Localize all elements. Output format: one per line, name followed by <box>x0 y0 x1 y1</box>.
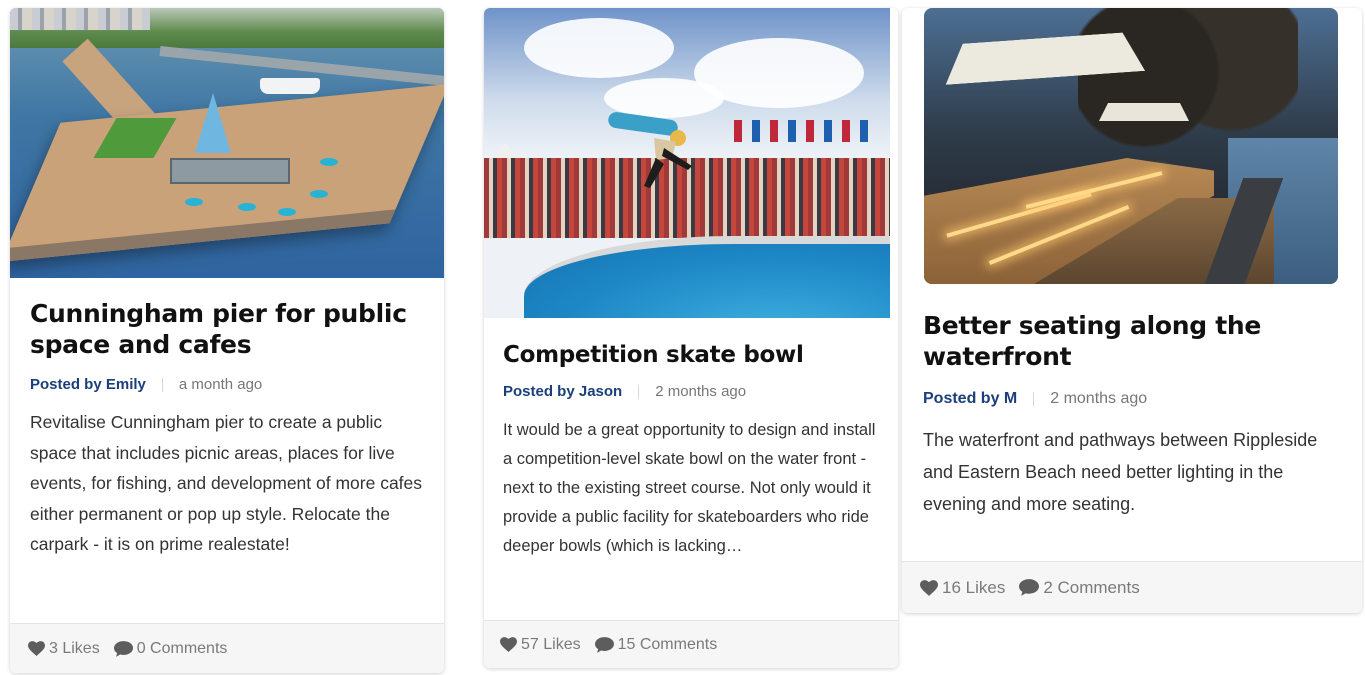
card-title[interactable]: Competition skate bowl <box>503 340 878 370</box>
post-author[interactable]: Posted by Jason <box>503 383 622 400</box>
post-time: 2 months ago <box>1050 390 1148 407</box>
speech-bubble-icon <box>1019 579 1040 596</box>
card-footer: 57 Likes 15 Comments <box>484 620 898 668</box>
speech-bubble-icon <box>594 636 614 653</box>
card-title[interactable]: Cunningham pier for public space and caf… <box>30 298 424 360</box>
comment-button[interactable]: 15 Comments <box>594 635 718 654</box>
post-time: 2 months ago <box>655 383 747 400</box>
comment-count: 2 Comments <box>1043 577 1140 597</box>
comment-button[interactable]: 2 Comments <box>1019 577 1140 598</box>
card-image-skate[interactable] <box>484 8 890 318</box>
post-excerpt: The waterfront and pathways between Ripp… <box>923 430 1318 514</box>
like-count: 3 Likes <box>49 639 100 657</box>
card-footer: 3 Likes 0 Comments <box>10 623 444 673</box>
idea-card-pier[interactable]: Cunningham pier for public space and caf… <box>10 8 444 673</box>
idea-card-skate-bowl[interactable]: Competition skate bowl Posted by Jason 2… <box>484 8 898 668</box>
like-button[interactable]: 57 Likes <box>500 636 581 654</box>
like-button[interactable]: 16 Likes <box>920 578 1005 598</box>
card-footer: 16 Likes 2 Comments <box>902 561 1362 613</box>
post-time: a month ago <box>178 376 263 393</box>
heart-icon <box>28 641 45 656</box>
idea-card-waterfront-seating[interactable]: Better seating along the waterfront Post… <box>902 8 1362 613</box>
card-title[interactable]: Better seating along the waterfront <box>923 310 1342 372</box>
post-excerpt: Revitalise Cunningham pier to create a p… <box>30 412 423 554</box>
like-button[interactable]: 3 Likes <box>28 640 100 658</box>
post-excerpt: It would be a great opportunity to desig… <box>503 421 876 555</box>
heart-icon <box>500 637 517 652</box>
comment-count: 15 Comments <box>617 635 718 653</box>
meta-divider <box>1033 392 1035 406</box>
meta-divider <box>638 384 640 399</box>
speech-bubble-icon <box>113 640 133 657</box>
comment-count: 0 Comments <box>136 639 228 657</box>
like-count: 57 Likes <box>521 635 581 653</box>
meta-divider <box>161 377 163 392</box>
post-author[interactable]: Posted by Emily <box>30 376 146 393</box>
comment-button[interactable]: 0 Comments <box>113 639 228 658</box>
heart-icon <box>920 579 938 596</box>
card-image-pier[interactable] <box>10 8 444 278</box>
like-count: 16 Likes <box>942 577 1006 597</box>
card-image-seating[interactable] <box>924 8 1338 284</box>
post-author[interactable]: Posted by M <box>923 390 1017 408</box>
